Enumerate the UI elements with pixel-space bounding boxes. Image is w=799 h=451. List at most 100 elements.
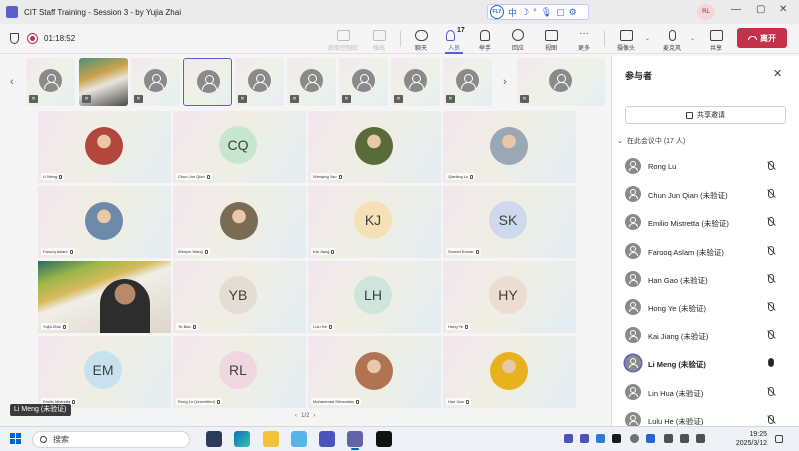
- tray-qq-icon[interactable]: [612, 434, 621, 443]
- teams-app-icon[interactable]: [319, 431, 335, 447]
- participant-row[interactable]: Li Meng (未验证): [612, 349, 799, 377]
- share-button[interactable]: 共享: [699, 26, 733, 52]
- video-tile[interactable]: Qianling Lu: [443, 111, 576, 183]
- popout-button[interactable]: 弹出: [362, 26, 396, 52]
- video-tile[interactable]: Yujia Zhai: [38, 261, 171, 333]
- taskbar-search[interactable]: 搜索: [32, 431, 190, 448]
- camera-options-chevron-icon[interactable]: ⌄: [645, 35, 650, 42]
- react-button[interactable]: 回应: [501, 26, 535, 52]
- pager-next-icon[interactable]: ›: [313, 413, 315, 419]
- minimize-icon[interactable]: —: [731, 4, 741, 15]
- mic-muted-icon[interactable]: [768, 414, 774, 424]
- thumbnail[interactable]: ✕: [79, 58, 128, 106]
- people-button[interactable]: 17 人员: [437, 26, 471, 54]
- mic-muted-icon[interactable]: [768, 330, 774, 340]
- taskview-app-icon[interactable]: [206, 431, 222, 447]
- ime-icon[interactable]: [646, 434, 655, 443]
- more-button[interactable]: ··· 更多: [567, 26, 601, 53]
- video-tile[interactable]: HY Hong Ye: [443, 261, 576, 333]
- leave-button[interactable]: 离开: [737, 28, 787, 48]
- teams-meeting-app-icon[interactable]: [347, 431, 363, 450]
- microphone-icon[interactable]: 🎙: [541, 7, 552, 18]
- video-tile[interactable]: Wenyin Wang: [173, 186, 306, 258]
- close-panel-icon[interactable]: ✕: [773, 67, 782, 80]
- mic-muted-icon[interactable]: [768, 302, 774, 311]
- file-explorer-icon[interactable]: [263, 431, 279, 447]
- video-tile[interactable]: YB Ye Bao: [173, 261, 306, 333]
- self-view-thumbnail[interactable]: ✕: [517, 58, 605, 106]
- in-meeting-section-header[interactable]: ⌄ 在此会议中 (17 人): [617, 136, 685, 146]
- thumbnail[interactable]: ✕: [287, 58, 336, 106]
- video-tile[interactable]: EM Emilio Mistretta: [38, 336, 171, 408]
- video-tile[interactable]: LH Lulu He: [308, 261, 441, 333]
- settings-icon[interactable]: ⚙: [569, 7, 577, 18]
- mic-muted-icon[interactable]: [768, 189, 774, 199]
- notification-icon[interactable]: [775, 435, 783, 443]
- input-method-indicator[interactable]: FLY 中 ☽ ° 🎙 ▢ ⚙: [487, 4, 589, 20]
- share-invite-button[interactable]: 共享邀请: [625, 106, 786, 124]
- participant-row[interactable]: Rong Lu: [612, 152, 799, 180]
- participant-row[interactable]: Emilio Mistretta (未验证): [612, 208, 799, 236]
- mic-muted-icon[interactable]: [768, 273, 774, 283]
- store-app-icon[interactable]: [291, 431, 307, 447]
- video-tile[interactable]: Wenqing Yao: [308, 111, 441, 183]
- video-tile[interactable]: KJ Kai Jiang: [308, 186, 441, 258]
- thumbnail[interactable]: ✕: [339, 58, 388, 106]
- maximize-icon[interactable]: ▢: [756, 4, 765, 15]
- keyboard-icon[interactable]: ▢: [556, 7, 565, 18]
- video-tile[interactable]: Han Gao: [443, 336, 576, 408]
- mic-muted-icon[interactable]: [768, 245, 774, 255]
- participant-row[interactable]: Kai Jiang (未验证): [612, 321, 799, 349]
- strip-prev-chevron-icon[interactable]: ‹: [10, 76, 14, 88]
- mic-options-chevron-icon[interactable]: ⌄: [690, 35, 695, 42]
- thumbnail[interactable]: ✕: [235, 58, 284, 106]
- chat-button[interactable]: 聊天: [404, 26, 438, 52]
- video-tile[interactable]: Farooq Aslam: [38, 186, 171, 258]
- mic-muted-icon[interactable]: [768, 217, 774, 227]
- video-tile[interactable]: Mohammad Shirzadian: [308, 336, 441, 408]
- thumbnail[interactable]: ✕: [391, 58, 440, 106]
- video-tile[interactable]: Li Meng: [38, 111, 171, 183]
- tray-teams-icon[interactable]: [564, 434, 573, 443]
- chinese-mode-icon[interactable]: 中: [508, 6, 517, 19]
- mic-on-icon[interactable]: [768, 358, 774, 368]
- tray-teams-icon[interactable]: [580, 434, 589, 443]
- pager-prev-icon[interactable]: ‹: [295, 413, 297, 419]
- strip-next-chevron-icon[interactable]: ›: [503, 76, 507, 88]
- participant-row[interactable]: Lin Hua (未验证): [612, 378, 799, 406]
- mic-muted-icon[interactable]: [768, 161, 774, 170]
- user-avatar[interactable]: RL: [697, 4, 715, 20]
- tile-name-label: Chun Jun Qian: [176, 173, 212, 180]
- shield-icon[interactable]: [10, 33, 19, 44]
- wifi-icon[interactable]: [664, 434, 673, 443]
- thumbnail[interactable]: ✕: [26, 58, 75, 106]
- qq-app-icon[interactable]: [376, 431, 392, 447]
- video-tile[interactable]: CQ Chun Jun Qian: [173, 111, 306, 183]
- participant-row[interactable]: Chun Jun Qian (未验证): [612, 180, 799, 208]
- mic-button[interactable]: 麦克风: [655, 26, 689, 52]
- windows-start-icon[interactable]: [10, 433, 21, 444]
- raise-hand-button[interactable]: 举手: [468, 26, 502, 52]
- moon-icon[interactable]: ☽: [521, 7, 529, 18]
- video-tile[interactable]: SK Suresh Kumar: [443, 186, 576, 258]
- battery-icon[interactable]: [696, 434, 705, 443]
- fly-badge[interactable]: FLY: [490, 5, 504, 19]
- participant-row[interactable]: Han Gao (未验证): [612, 265, 799, 293]
- tray-app-icon[interactable]: [596, 434, 605, 443]
- thumbnail[interactable]: ✕: [131, 58, 180, 106]
- view-button[interactable]: 视图: [534, 26, 568, 52]
- close-icon[interactable]: ✕: [779, 4, 787, 15]
- take-control-button[interactable]: 获取控制权: [326, 26, 360, 52]
- volume-icon[interactable]: [680, 434, 689, 443]
- thumbnail[interactable]: [183, 58, 232, 106]
- punctuation-icon[interactable]: °: [533, 7, 537, 17]
- participant-row[interactable]: Farooq Aslam (未验证): [612, 237, 799, 265]
- edge-browser-icon[interactable]: [234, 431, 250, 447]
- participant-row[interactable]: Hong Ye (未验证): [612, 293, 799, 321]
- taskbar-clock[interactable]: 19:25 2025/3/12: [723, 430, 767, 448]
- tray-chevron-icon[interactable]: [630, 434, 639, 443]
- video-tile[interactable]: RL Rong Lu (Unverified): [173, 336, 306, 408]
- mic-muted-icon[interactable]: [768, 386, 774, 396]
- thumbnail[interactable]: ✕: [443, 58, 492, 106]
- camera-button[interactable]: 摄像头: [609, 26, 643, 52]
